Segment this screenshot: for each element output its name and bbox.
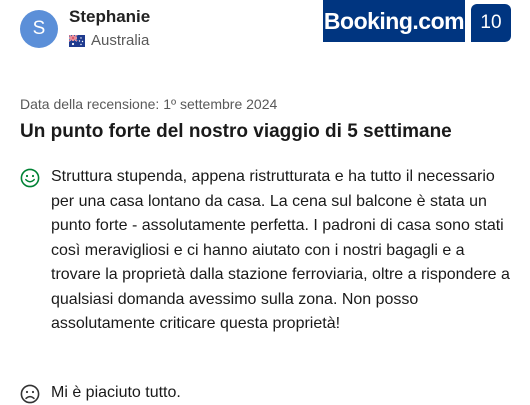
frown-icon: [20, 384, 40, 404]
australia-flag-icon: [69, 34, 85, 47]
review-date: Data della recensione: 1º settembre 2024: [20, 96, 278, 112]
review-title: Un punto forte del nostro viaggio di 5 s…: [20, 121, 452, 142]
booking-logo: Booking.com: [323, 0, 465, 42]
country-label: Australia: [91, 32, 150, 49]
review-positive-text: Struttura stupenda, appena ristrutturata…: [51, 168, 510, 332]
smile-icon: [20, 168, 40, 188]
reviewer-name: Stephanie: [69, 7, 151, 26]
reviewer-country: Australia: [69, 32, 149, 49]
review-negative-text: Mi è piaciuto tutto.: [51, 384, 181, 401]
avatar: S: [20, 10, 58, 48]
score-badge: 10: [471, 4, 511, 42]
